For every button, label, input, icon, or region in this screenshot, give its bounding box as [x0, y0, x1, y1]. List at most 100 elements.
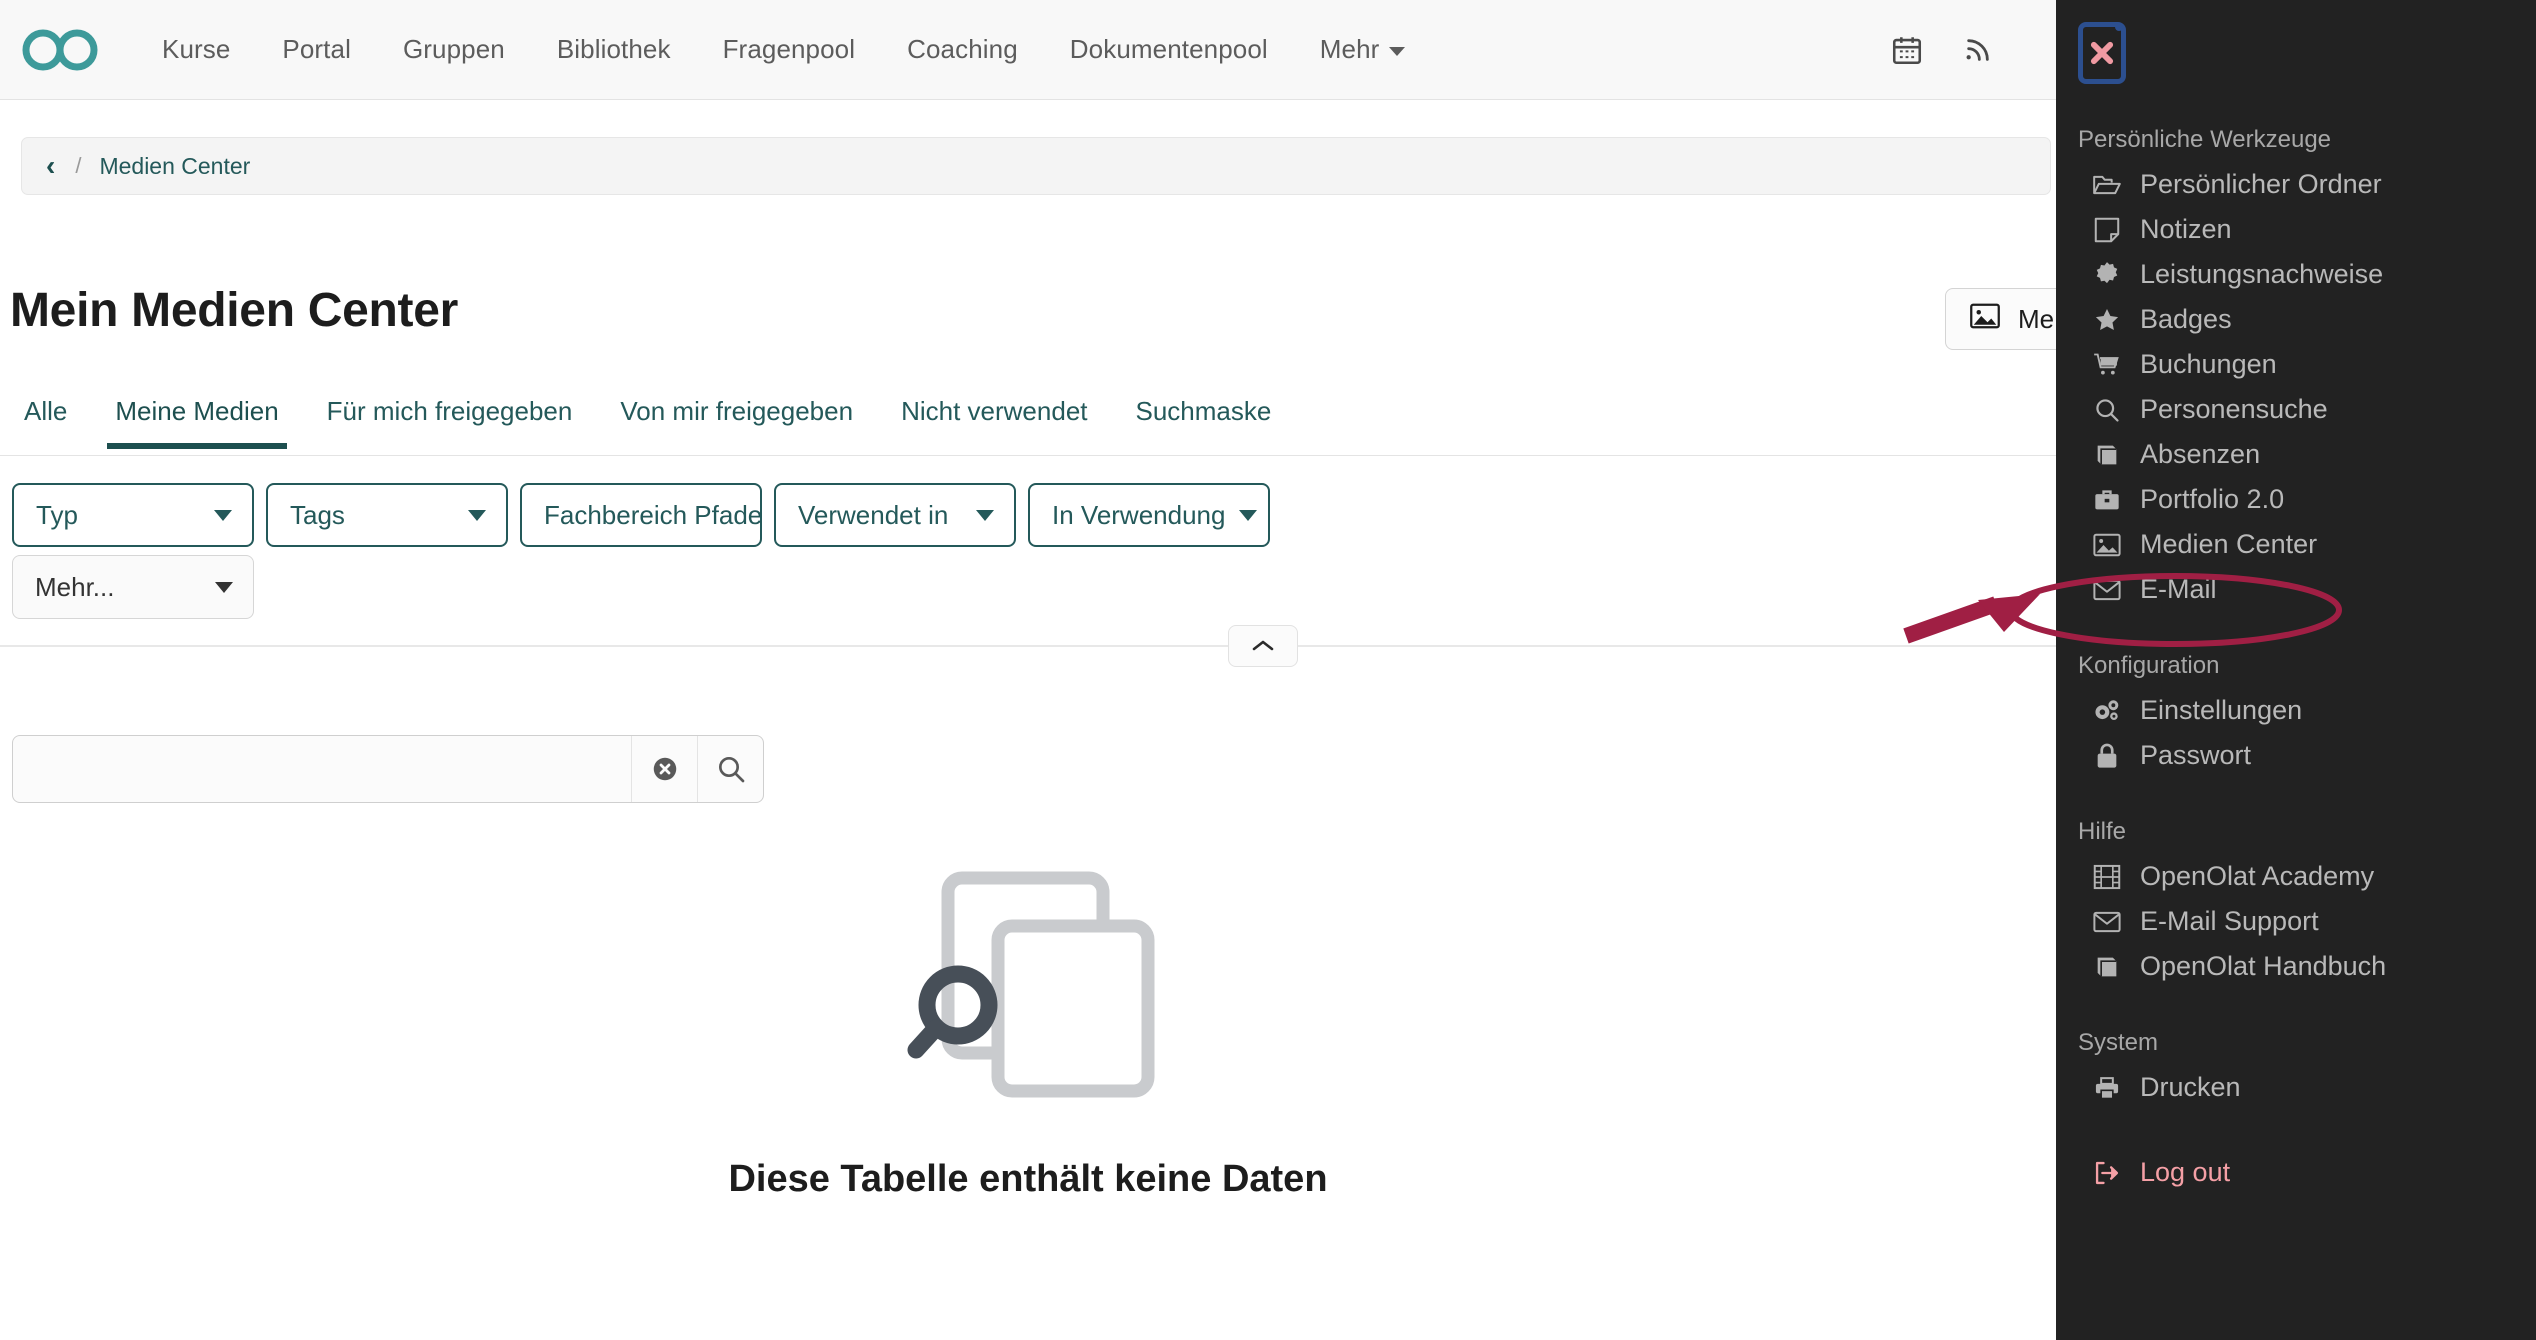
nav-label: Coaching [907, 34, 1018, 64]
sidebar-item-personensuche[interactable]: Personensuche [2056, 387, 2536, 432]
tab-von-mir-freigegeben[interactable]: Von mir freigegeben [596, 390, 877, 449]
sidebar-item-label: OpenOlat Handbuch [2140, 951, 2386, 982]
certificate-seal-icon [2092, 260, 2122, 290]
filter-in-verwendung[interactable]: In Verwendung [1028, 483, 1270, 547]
sidebar-item-leistungsnachweise[interactable]: Leistungsnachweise [2056, 252, 2536, 297]
tab-fuer-mich-freigegeben[interactable]: Für mich freigegeben [303, 390, 597, 449]
sidebar-item-medien-center[interactable]: Medien Center [2056, 522, 2536, 567]
gears-icon [2092, 696, 2122, 726]
breadcrumb-separator: / [75, 153, 81, 179]
sidebar-item-buchungen[interactable]: Buchungen [2056, 342, 2536, 387]
chevron-down-icon [1239, 510, 1257, 521]
filter-fachbereich-pfade[interactable]: Fachbereich Pfade [520, 483, 762, 547]
sidebar-item-portfolio[interactable]: Portfolio 2.0 [2056, 477, 2536, 522]
sidebar-section-konfiguration: Konfiguration Einstellungen [2056, 652, 2536, 778]
sidebar-item-label: Notizen [2140, 214, 2232, 245]
envelope-icon [2092, 907, 2122, 937]
nav-item-portal[interactable]: Portal [256, 24, 377, 75]
nav-item-gruppen[interactable]: Gruppen [377, 24, 531, 75]
breadcrumb-back-icon[interactable]: ‹ [46, 152, 55, 180]
tab-nicht-verwendet[interactable]: Nicht verwendet [877, 390, 1111, 449]
nav-item-coaching[interactable]: Coaching [881, 24, 1044, 75]
folder-open-icon [2092, 170, 2122, 200]
empty-state: Diese Tabelle enthält keine Daten [0, 860, 2056, 1201]
seal [2093, 261, 2121, 289]
printer-icon [2092, 1073, 2122, 1103]
envelope-icon [2092, 575, 2122, 605]
app-root: Kurse Portal Gruppen Bibliothek Fragenpo… [0, 0, 2536, 1340]
nav-item-kurse[interactable]: Kurse [136, 24, 256, 75]
tab-label: Meine Medien [115, 396, 278, 426]
tab-alle[interactable]: Alle [0, 390, 91, 449]
sidebar-item-persoenlicher-ordner[interactable]: Persönlicher Ordner [2056, 162, 2536, 207]
close-badge-dot [2115, 23, 2123, 31]
sidebar-item-einstellungen[interactable]: Einstellungen [2056, 688, 2536, 733]
sidebar-item-notizen[interactable]: Notizen [2056, 207, 2536, 252]
lock-icon [2092, 741, 2122, 771]
search-input[interactable] [13, 736, 631, 802]
nav-item-fragenpool[interactable]: Fragenpool [697, 24, 882, 75]
tab-suchmaske[interactable]: Suchmaske [1112, 390, 1296, 449]
shopping-cart-icon [2092, 350, 2122, 380]
nav-item-bibliothek[interactable]: Bibliothek [531, 24, 697, 75]
search-box [12, 735, 764, 803]
sidebar-section-title: Konfiguration [2056, 652, 2536, 680]
note-icon [2092, 215, 2122, 245]
filter-verwendet-in[interactable]: Verwendet in [774, 483, 1016, 547]
sidebar-item-label: Buchungen [2140, 349, 2277, 380]
filter-tags[interactable]: Tags [266, 483, 508, 547]
tab-label: Alle [24, 396, 67, 426]
nav-item-mehr[interactable]: Mehr [1294, 24, 1432, 75]
rss-icon[interactable] [1962, 34, 1994, 66]
sidebar-item-logout[interactable]: Log out [2056, 1150, 2536, 1195]
sidebar-section-system: System Drucken [2056, 1029, 2536, 1110]
chevron-down-icon [214, 510, 232, 521]
empty-state-illustration [878, 860, 1178, 1100]
nav-item-dokumentenpool[interactable]: Dokumentenpool [1044, 24, 1294, 75]
sidebar-item-email-support[interactable]: E-Mail Support [2056, 899, 2536, 944]
filter-more[interactable]: Mehr... [12, 555, 254, 619]
openolat-infinity-logo[interactable] [22, 24, 122, 76]
page-title: Mein Medien Center [10, 283, 458, 338]
filter-label: Tags [290, 500, 345, 531]
sidebar-section-title: Hilfe [2056, 818, 2536, 846]
nav-label: Fragenpool [723, 34, 856, 64]
nav-label: Gruppen [403, 34, 505, 64]
nav-label: Mehr [1320, 34, 1380, 64]
sidebar-item-label: Badges [2140, 304, 2232, 335]
collapse-filters-button[interactable] [1228, 625, 1298, 667]
chevron-down-icon [1389, 47, 1405, 56]
add-media-button-label: Me [2018, 304, 2054, 335]
sidebar-item-drucken[interactable]: Drucken [2056, 1065, 2536, 1110]
filter-bar: Typ Tags Fachbereich Pfade Verwendet in … [12, 483, 2052, 547]
breadcrumb-item-medien-center[interactable]: Medien Center [99, 153, 250, 180]
nav-label: Portal [282, 34, 351, 64]
calendar-icon[interactable] [1890, 33, 1924, 67]
clear-search-button[interactable] [631, 736, 697, 802]
star-icon [2092, 305, 2122, 335]
search-submit-button[interactable] [697, 736, 763, 802]
sidebar-item-openolat-academy[interactable]: OpenOlat Academy [2056, 854, 2536, 899]
sidebar-item-passwort[interactable]: Passwort [2056, 733, 2536, 778]
sidebar-item-openolat-handbuch[interactable]: OpenOlat Handbuch [2056, 944, 2536, 989]
logout-arrow-icon [2092, 1158, 2122, 1188]
book-icon [2092, 440, 2122, 470]
tab-label: Für mich freigegeben [327, 396, 573, 426]
sidebar-item-label: OpenOlat Academy [2140, 861, 2374, 892]
sidebar-item-label: E-Mail [2140, 574, 2217, 605]
sidebar-item-label: Personensuche [2140, 394, 2328, 425]
filter-label: Mehr... [35, 572, 114, 603]
tab-label: Nicht verwendet [901, 396, 1087, 426]
nav-label: Bibliothek [557, 34, 671, 64]
filter-label: In Verwendung [1052, 500, 1225, 531]
close-sidebar-button[interactable] [2078, 22, 2126, 84]
sidebar-item-badges[interactable]: Badges [2056, 297, 2536, 342]
filter-typ[interactable]: Typ [12, 483, 254, 547]
sidebar-item-absenzen[interactable]: Absenzen [2056, 432, 2536, 477]
chevron-down-icon [468, 510, 486, 521]
sidebar-item-label: Drucken [2140, 1072, 2241, 1103]
tab-meine-medien[interactable]: Meine Medien [91, 390, 302, 449]
filter-label: Typ [36, 500, 78, 531]
sidebar-item-email[interactable]: E-Mail [2056, 567, 2536, 612]
sidebar-section-title: Persönliche Werkzeuge [2056, 126, 2536, 154]
